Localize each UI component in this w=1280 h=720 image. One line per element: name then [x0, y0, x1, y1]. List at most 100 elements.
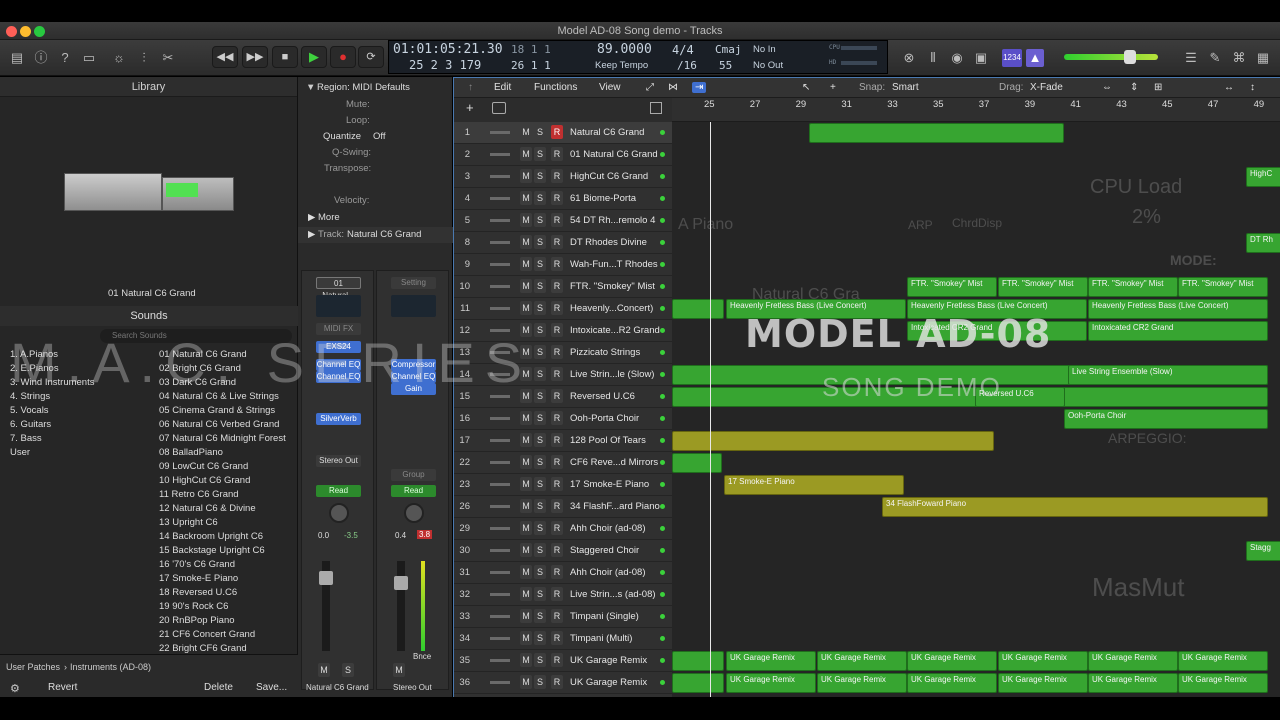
track-header[interactable]: 8 M S R DT Rhodes Divine [454, 232, 672, 254]
track-volume-icon[interactable] [490, 461, 510, 464]
track-volume-icon[interactable] [490, 659, 510, 662]
forward-button[interactable]: ▶▶ [242, 46, 268, 68]
tuner-icon[interactable]: ⫴ [924, 49, 942, 67]
track-record-button[interactable]: R [551, 323, 563, 337]
master-volume-knob[interactable] [1124, 50, 1136, 64]
track-volume-icon[interactable] [490, 263, 510, 266]
track-header[interactable]: 36 M S R UK Garage Remix [454, 672, 672, 694]
region-disclosure-icon[interactable]: ▼ [306, 82, 315, 93]
breadcrumb-user-patches[interactable]: User Patches [6, 662, 60, 672]
track-mute-button[interactable]: M [520, 653, 532, 667]
rewind-button[interactable]: ◀◀ [212, 46, 238, 68]
region[interactable]: HighC [1246, 167, 1280, 187]
group-slot[interactable]: Group [391, 469, 436, 481]
track-mute-button[interactable]: M [520, 125, 532, 139]
track-header[interactable]: 17 M S R 128 Pool Of Tears [454, 430, 672, 452]
catch-icon[interactable]: ⇥ [692, 82, 707, 93]
save-button[interactable]: Save... [256, 682, 287, 693]
breadcrumb-instruments[interactable]: Instruments (AD-08) [70, 662, 151, 672]
pan-knob-2[interactable] [404, 503, 424, 523]
sound-item[interactable]: 13 Upright C6 [159, 517, 218, 528]
info-icon[interactable]: ⓘ [32, 49, 50, 67]
solo-icon[interactable]: ◉ [948, 49, 966, 67]
track-solo-button[interactable]: S [534, 675, 546, 689]
region[interactable]: FTR. "Smokey" Mist [1178, 277, 1268, 297]
category-item[interactable]: User [10, 447, 30, 458]
track-volume-icon[interactable] [490, 285, 510, 288]
track-header[interactable]: 29 M S R Ahh Choir (ad-08) [454, 518, 672, 540]
sound-item[interactable]: 18 Reversed U.C6 [159, 587, 237, 598]
track-mute-button[interactable]: M [520, 147, 532, 161]
track-record-button[interactable]: R [551, 521, 563, 535]
region[interactable]: UK Garage Remix [726, 651, 816, 671]
track-solo-button[interactable]: S [534, 279, 546, 293]
track-record-button[interactable]: R [551, 147, 563, 161]
sound-item[interactable]: 22 Bright CF6 Grand [159, 643, 247, 654]
track-solo-button[interactable]: S [534, 125, 546, 139]
track-volume-icon[interactable] [490, 417, 510, 420]
browser-icon[interactable]: ▦ [1254, 49, 1272, 67]
bounce-button[interactable]: Bnce [413, 652, 431, 661]
track-header[interactable]: 4 M S R 61 Biome-Porta [454, 188, 672, 210]
mute-button-2[interactable]: M [393, 663, 405, 677]
track-record-button[interactable]: R [551, 257, 563, 271]
track-volume-icon[interactable] [490, 439, 510, 442]
track-mute-button[interactable]: M [520, 433, 532, 447]
track-options-icon[interactable] [492, 102, 506, 114]
play-button[interactable]: ▶ [301, 46, 327, 68]
pointer-tool-icon[interactable]: ↖ [802, 82, 810, 93]
track-solo-button[interactable]: S [534, 323, 546, 337]
track-volume-icon[interactable] [490, 615, 510, 618]
more-disclosure[interactable]: ▶ [308, 212, 315, 223]
stop-button[interactable]: ■ [272, 46, 298, 68]
track-solo-button[interactable]: S [534, 301, 546, 315]
track-mute-button[interactable]: M [520, 279, 532, 293]
sound-item[interactable]: 16 '70's C6 Grand [159, 559, 235, 570]
sound-item[interactable]: 14 Backroom Upright C6 [159, 531, 263, 542]
region[interactable]: UK Garage Remix [1088, 651, 1178, 671]
region[interactable]: Stagg [1246, 541, 1280, 561]
h-zoom-icon[interactable]: ↔ [1224, 82, 1234, 93]
category-item[interactable]: 5. Vocals [10, 405, 49, 416]
track-record-button[interactable]: R [551, 169, 563, 183]
region[interactable]: UK Garage Remix [1178, 651, 1268, 671]
gear-icon[interactable]: ⚙ [10, 682, 20, 695]
region[interactable]: UK Garage Remix [907, 673, 997, 693]
track-header[interactable]: 9 M S R Wah-Fun...T Rhodes [454, 254, 672, 276]
quantize-value[interactable]: Off [373, 131, 386, 142]
track-volume-icon[interactable] [490, 241, 510, 244]
region[interactable] [672, 299, 724, 319]
setting-button[interactable]: 01 Natural... [316, 277, 361, 300]
track-volume-icon[interactable] [490, 175, 510, 178]
shield-icon[interactable]: ⊗ [900, 49, 918, 67]
add-track-button[interactable]: + [466, 101, 480, 115]
track-record-button[interactable]: R [551, 631, 563, 645]
region[interactable]: UK Garage Remix [1178, 673, 1268, 693]
region[interactable]: 17 Smoke-E Piano [724, 475, 904, 495]
snap-select[interactable]: Smart [892, 82, 919, 93]
track-record-button[interactable]: R [551, 389, 563, 403]
track-mute-button[interactable]: M [520, 631, 532, 645]
automation-mode-2[interactable]: Read [391, 485, 436, 497]
sound-item[interactable]: 12 Natural C6 & Divine [159, 503, 256, 514]
track-volume-icon[interactable] [490, 527, 510, 530]
track-volume-icon[interactable] [490, 219, 510, 222]
track-volume-icon[interactable] [490, 549, 510, 552]
track-solo-button[interactable]: S [534, 345, 546, 359]
sound-item[interactable]: 08 BalladPiano [159, 447, 223, 458]
region[interactable]: Live String Ensemble (Slow) [1068, 365, 1268, 385]
track-record-button[interactable]: R [551, 609, 563, 623]
region[interactable]: UK Garage Remix [1088, 673, 1178, 693]
volume-fader[interactable] [319, 571, 333, 585]
track-solo-button[interactable]: S [534, 587, 546, 601]
sound-item[interactable]: 19 90's Rock C6 [159, 601, 228, 612]
track-record-button[interactable]: R [551, 411, 563, 425]
region[interactable]: Ooh-Porta Choir [1064, 409, 1268, 429]
track-mute-button[interactable]: M [520, 543, 532, 557]
track-header[interactable]: 11 M S R Heavenly...Concert) [454, 298, 672, 320]
send-slot[interactable]: SilverVerb [316, 413, 361, 425]
notepad-icon[interactable]: ✎ [1206, 49, 1224, 67]
region[interactable]: UK Garage Remix [998, 673, 1088, 693]
pencil-tool-icon[interactable]: + [830, 82, 836, 93]
arrange-area[interactable]: FTR. "Smokey" Mist FTR. "Smokey" Mist FTR.… [672, 122, 1280, 698]
